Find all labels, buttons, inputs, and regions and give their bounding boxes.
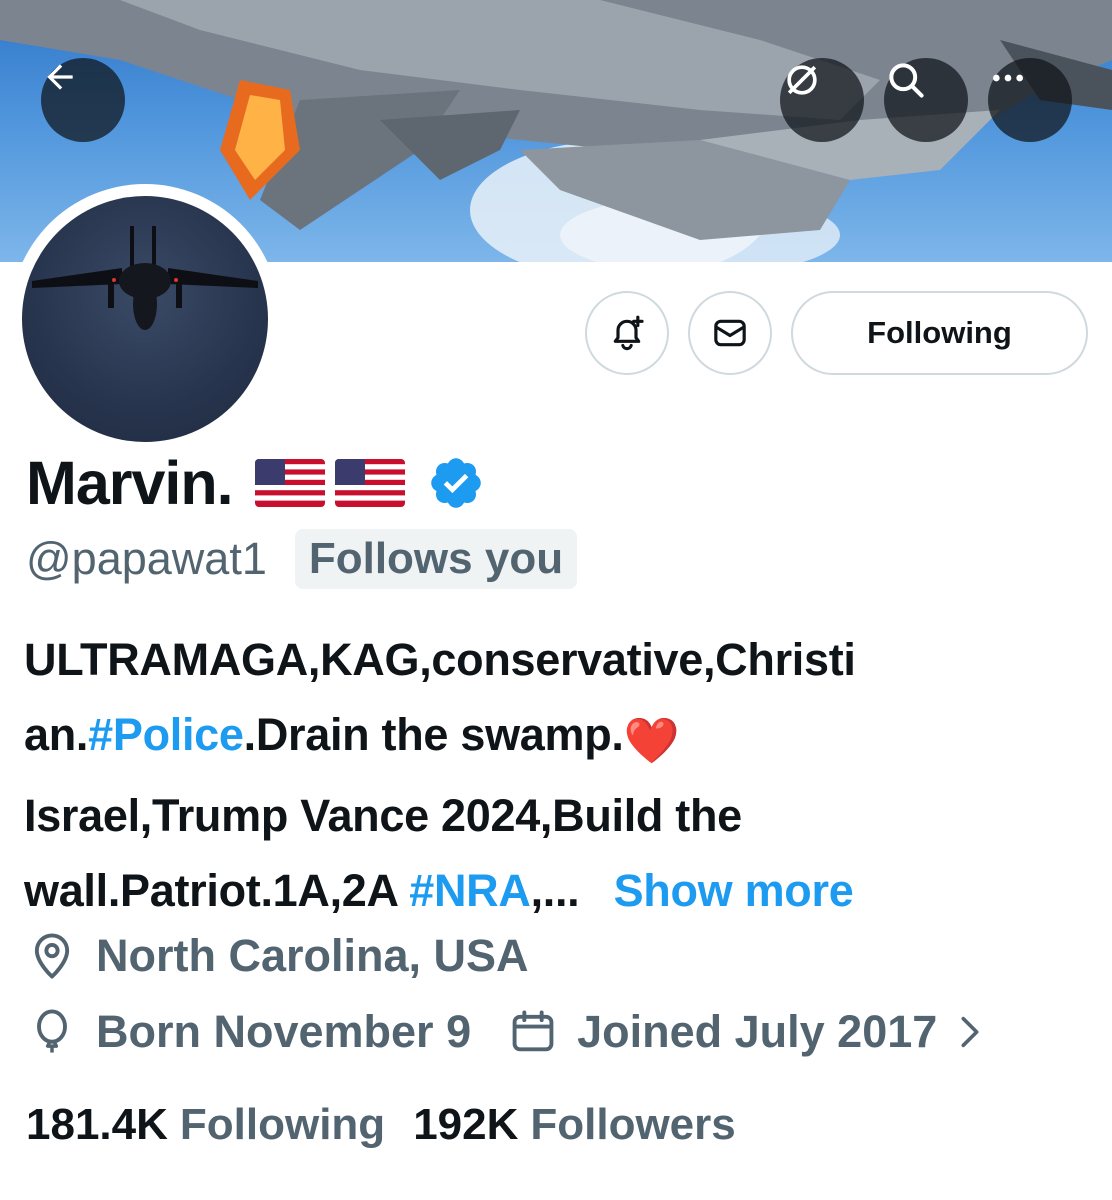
show-more-link[interactable]: Show more [614, 865, 854, 916]
bio-text: .Drain the swamp. [243, 709, 624, 760]
bio-line: ULTRAMAGA,KAG,conservative,Christi [24, 622, 1099, 697]
more-button[interactable] [988, 58, 1072, 142]
us-flag-icon [334, 459, 405, 507]
display-name-row: Marvin. [26, 448, 485, 518]
joined-text: Joined July 2017 [577, 1006, 938, 1057]
birthday-item: Born November 9 [26, 1006, 471, 1058]
location-text: North Carolina, USA [96, 930, 529, 981]
calendar-icon [507, 1006, 559, 1058]
search-icon [889, 63, 924, 98]
following-stat[interactable]: 181.4K Following [26, 1100, 385, 1150]
bio-text: Israel,Trump Vance 2024,Build the [24, 790, 742, 841]
followers-count: 192K [413, 1100, 519, 1149]
follow-stats: 181.4K Following 192K Followers [26, 1094, 736, 1156]
bio-text: ,... [530, 865, 580, 916]
bell-plus-icon [613, 315, 644, 351]
avatar-jet-image [32, 226, 258, 330]
follows-you-badge: Follows you [294, 529, 578, 589]
bio-line: wall.Patriot.1A,2A #NRA,... Show more [24, 853, 1099, 928]
joined-item[interactable]: Joined July 2017 [507, 1006, 987, 1058]
verified-badge-icon[interactable] [427, 454, 485, 512]
following-button-label: Following [867, 315, 1012, 350]
bio-line: Israel,Trump Vance 2024,Build the [24, 778, 1099, 853]
heart-emoji: ❤️ [623, 715, 680, 766]
grok-button[interactable] [780, 58, 864, 142]
profile-bio: ULTRAMAGA,KAG,conservative,Christi an.#P… [24, 622, 1099, 928]
dates-row: Born November 9 Joined July 2017 [26, 1000, 987, 1064]
handle-row: @papawat1 Follows you [26, 528, 578, 590]
chevron-right-icon [953, 1012, 987, 1052]
location-row: North Carolina, USA [26, 924, 529, 988]
arrow-left-icon [47, 64, 73, 90]
bio-text: an. [24, 709, 89, 760]
profile-avatar[interactable] [10, 184, 280, 454]
us-flag-icon [254, 459, 325, 507]
mail-icon [714, 319, 746, 347]
message-button[interactable] [688, 291, 772, 375]
following-button[interactable]: Following [791, 291, 1088, 375]
display-name: Marvin. [26, 449, 234, 517]
following-count: 181.4K [26, 1100, 168, 1149]
bio-line: an.#Police.Drain the swamp.❤️ [24, 697, 1099, 778]
avatar-image [22, 196, 268, 442]
followers-label: Followers [530, 1100, 736, 1149]
hashtag-nra-link[interactable]: #NRA [409, 865, 531, 916]
notifications-button[interactable] [585, 291, 669, 375]
bio-text: ULTRAMAGA,KAG,conservative,Christi [24, 634, 856, 685]
followers-stat[interactable]: 192K Followers [413, 1100, 736, 1150]
search-button[interactable] [884, 58, 968, 142]
user-handle: @papawat1 [26, 533, 267, 584]
following-label: Following [179, 1100, 386, 1149]
location-pin-icon [26, 930, 78, 982]
back-button[interactable] [41, 58, 125, 142]
birthday-text: Born November 9 [96, 1006, 472, 1057]
bio-text: wall.Patriot.1A,2A [24, 865, 410, 916]
more-horizontal-icon [993, 74, 1023, 82]
hashtag-police-link[interactable]: #Police [88, 709, 244, 760]
grok-icon [787, 65, 817, 95]
balloon-icon [26, 1006, 78, 1058]
